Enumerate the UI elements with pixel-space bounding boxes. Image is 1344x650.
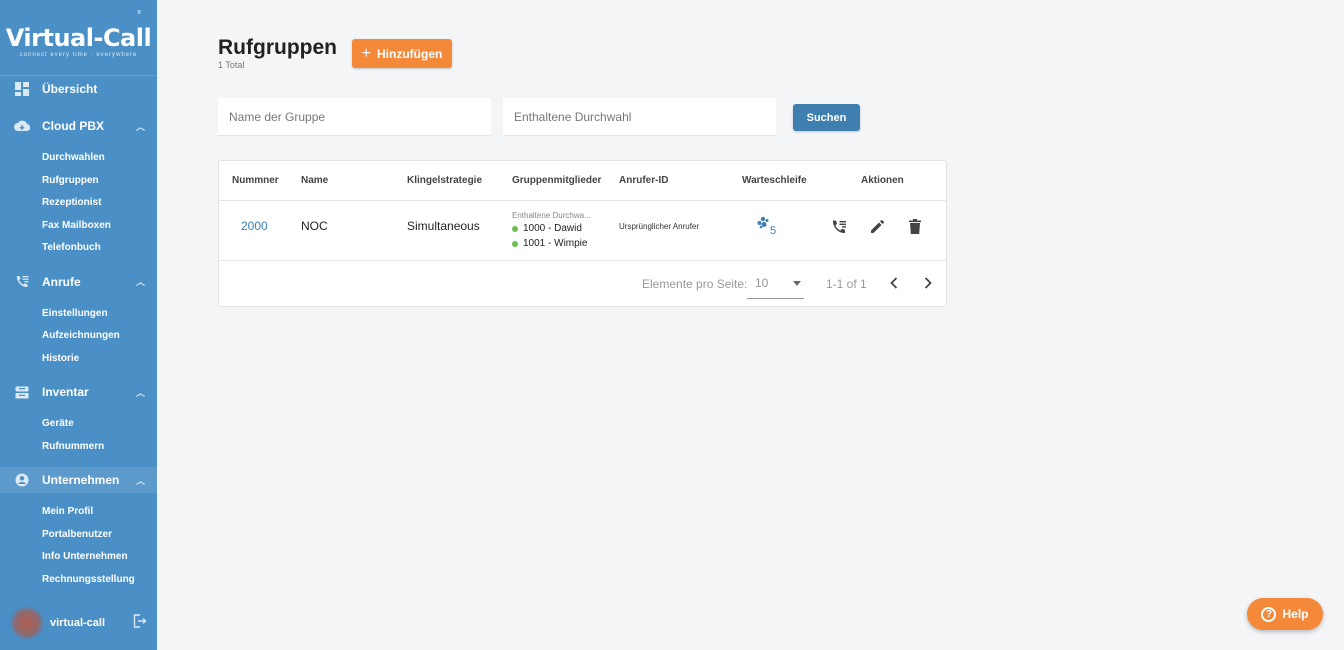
sidebar-item-rufnummern[interactable]: Rufnummern [0, 436, 157, 459]
user-name: virtual-call [50, 617, 106, 629]
delete-icon[interactable] [909, 219, 921, 234]
brand-logo[interactable]: Virtual-Call connect every time · everyw… [0, 0, 157, 76]
member-item: 1001 - Wimpie [512, 238, 587, 249]
queue-count: 5 [770, 225, 777, 237]
user-panel: virtual-call [0, 596, 157, 650]
group-strategy: Simultaneous [407, 219, 480, 233]
members-label: Enthaltene Durchwa... [512, 211, 591, 220]
main-content: Rufgruppen 1 Total + Hinzufügen Name der… [157, 0, 1344, 650]
sidebar-item-rufgruppen[interactable]: Rufgruppen [0, 170, 157, 193]
brand-registered: ® [137, 10, 141, 16]
page-size-select[interactable]: 10 [747, 272, 804, 299]
sidebar-section-label: Unternehmen [42, 473, 120, 487]
sidebar: Virtual-Call connect every time · everyw… [0, 0, 157, 650]
chevron-up-icon: ︿ [135, 475, 145, 486]
sidebar-item-telefonbuch[interactable]: Telefonbuch [0, 237, 157, 260]
chevron-up-icon: ︿ [135, 121, 145, 132]
help-icon: ? [1261, 606, 1277, 622]
page-size-label: Elemente pro Seite: [642, 277, 748, 291]
brand-name: Virtual-Call [5, 24, 152, 52]
sidebar-section-label: Cloud PBX [42, 119, 104, 133]
sidebar-section-cloud-pbx[interactable]: Cloud PBX ︿ [0, 113, 157, 139]
status-dot [512, 225, 518, 232]
chevron-up-icon: ︿ [135, 277, 145, 287]
groups-table: Nummner Name Klingelstrategie Gruppenmit… [218, 160, 947, 307]
avatar[interactable] [12, 608, 42, 638]
sidebar-item-mein-profil[interactable]: Mein Profil [0, 501, 157, 524]
logout-icon[interactable] [133, 614, 147, 633]
member-label: 1000 - Dawid [523, 223, 582, 234]
sidebar-item-rezeptionist[interactable]: Rezeptionist [0, 192, 157, 215]
col-header-number[interactable]: Nummner [232, 175, 279, 186]
member-item: 1000 - Dawid [512, 223, 582, 234]
col-header-actions: Aktionen [861, 175, 904, 186]
member-label: 1001 - Wimpie [523, 238, 588, 249]
dropdown-caret-icon [793, 281, 801, 286]
col-header-members[interactable]: Gruppenmitglieder [512, 175, 601, 186]
sidebar-item-einstellungen[interactable]: Einstellungen [0, 303, 157, 326]
sidebar-item-rechnungsstellung[interactable]: Rechnungsstellung [0, 569, 157, 592]
page-size-value: 10 [755, 276, 769, 290]
sidebar-item-historie[interactable]: Historie [0, 348, 157, 371]
help-button[interactable]: ? Help [1247, 598, 1323, 630]
sidebar-section-inventar[interactable]: Inventar ︿ [0, 379, 157, 405]
plus-icon: + [361, 44, 371, 62]
sidebar-item-aufzeichnungen[interactable]: Aufzeichnungen [0, 325, 157, 348]
page-title: Rufgruppen [218, 36, 337, 59]
dashboard-icon [14, 81, 30, 97]
page-range: 1-1 of 1 [826, 277, 867, 291]
cloud-icon [14, 118, 30, 134]
brand-tagline: connect every time · everywhere [19, 52, 138, 58]
sidebar-item-fax-mailboxen[interactable]: Fax Mailboxen [0, 215, 157, 238]
sidebar-item-info-unternehmen[interactable]: Info Unternehmen [0, 546, 157, 569]
sidebar-section-label: Anrufe [42, 274, 81, 289]
group-number[interactable]: 2000 [241, 219, 268, 233]
search-button[interactable]: Suchen [793, 104, 860, 131]
sidebar-item-geraete[interactable]: Geräte [0, 413, 157, 436]
status-dot [512, 240, 518, 247]
col-header-strategy[interactable]: Klingelstrategie [407, 175, 482, 186]
sidebar-section-anrufe[interactable]: Anrufe ︿ [0, 269, 157, 295]
add-button[interactable]: + Hinzufügen [352, 39, 452, 68]
header-divider [219, 200, 946, 201]
phone-list-icon [14, 274, 30, 290]
help-label: Help [1282, 607, 1309, 621]
group-name-input[interactable]: Name der Gruppe [218, 98, 491, 136]
sidebar-item-overview[interactable]: Übersicht [0, 77, 157, 101]
inbox-icon [14, 384, 30, 400]
edit-icon[interactable] [870, 219, 885, 234]
group-name: NOC [301, 219, 328, 233]
prev-page-icon[interactable] [890, 277, 898, 289]
sidebar-item-portalbenutzer[interactable]: Portalbenutzer [0, 524, 157, 547]
page-subtitle: 1 Total [218, 60, 245, 70]
sidebar-item-label: Übersicht [42, 82, 98, 96]
sidebar-section-label: Inventar [42, 385, 89, 399]
add-button-label: Hinzufügen [377, 46, 443, 61]
account-circle-icon [14, 472, 30, 488]
col-header-queue[interactable]: Warteschleife [742, 175, 807, 186]
next-page-icon[interactable] [924, 277, 932, 289]
row-divider [219, 260, 946, 261]
caller-id: Ursprünglicher Anrufer [619, 222, 700, 231]
chevron-up-icon: ︿ [135, 387, 145, 398]
sidebar-section-unternehmen[interactable]: Unternehmen ︿ [0, 467, 157, 493]
call-list-icon[interactable] [831, 219, 847, 235]
col-header-caller-id[interactable]: Anrufer-ID [619, 175, 668, 186]
col-header-name[interactable]: Name [301, 175, 328, 186]
sidebar-item-durchwahlen[interactable]: Durchwahlen [0, 147, 157, 170]
extension-input[interactable]: Enthaltene Durchwahl [503, 98, 776, 136]
